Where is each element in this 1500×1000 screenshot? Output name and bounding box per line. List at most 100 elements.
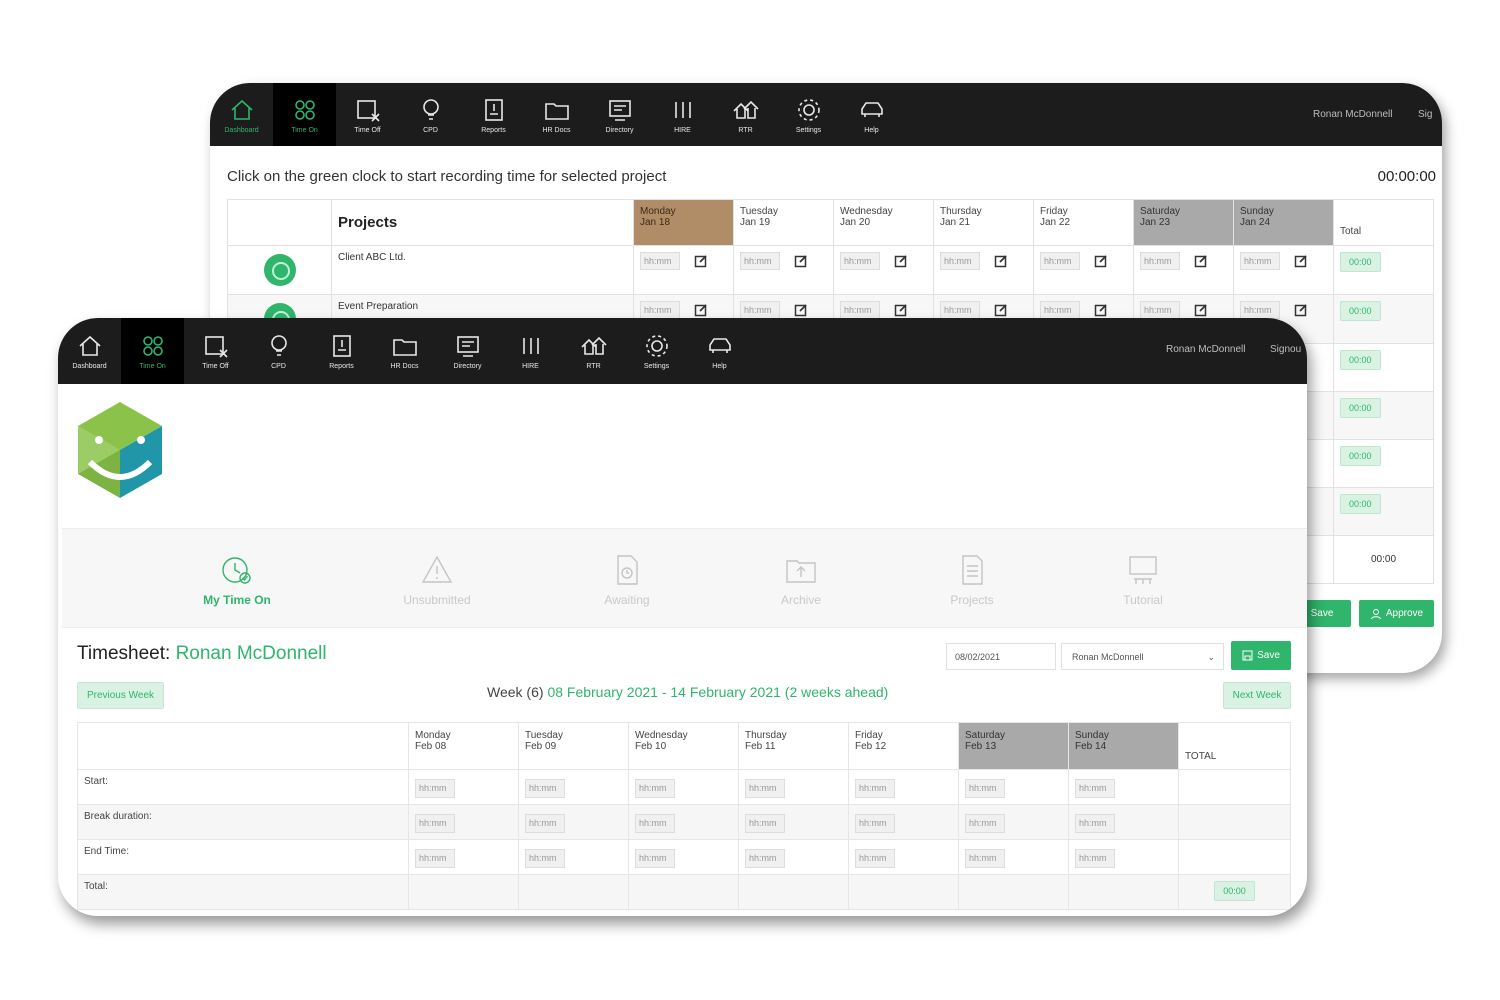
timesheet-row: End Time:hh:mmhh:mmhh:mmhh:mmhh:mmhh:mmh…	[78, 840, 1291, 875]
time-input[interactable]: hh:mm	[1240, 252, 1280, 270]
edit-icon[interactable]	[794, 254, 808, 268]
day-header: WednesdayFeb 10	[629, 723, 739, 770]
time-input[interactable]: hh:mm	[965, 779, 1005, 798]
nav-hire[interactable]: HIRE	[499, 318, 562, 384]
edit-icon[interactable]	[1194, 303, 1208, 317]
tab-archive[interactable]: Archive	[726, 553, 876, 607]
signout-link[interactable]: Sig	[1418, 109, 1432, 120]
start-clock-button[interactable]	[264, 254, 296, 286]
time-input[interactable]: hh:mm	[940, 252, 980, 270]
nav-rtr[interactable]: RTR	[562, 318, 625, 384]
time-input[interactable]: hh:mm	[635, 849, 675, 868]
nav-time-off[interactable]: Time Off	[184, 318, 247, 384]
signout-link[interactable]: Signou	[1270, 344, 1301, 355]
edit-icon[interactable]	[1294, 303, 1308, 317]
user-check-icon	[1370, 608, 1382, 620]
time-input[interactable]: hh:mm	[855, 849, 895, 868]
user-select[interactable]: Ronan McDonnell ⌄	[1061, 643, 1224, 670]
nav-hr-docs[interactable]: HR Docs	[373, 318, 436, 384]
tab-awaiting[interactable]: Awaiting	[552, 553, 702, 607]
time-input[interactable]: hh:mm	[965, 814, 1005, 833]
nav-hr-docs[interactable]: HR Docs	[525, 83, 588, 146]
nav-settings[interactable]: Settings	[777, 83, 840, 146]
edit-icon[interactable]	[694, 303, 708, 317]
time-input[interactable]: hh:mm	[635, 779, 675, 798]
time-input[interactable]: hh:mm	[855, 779, 895, 798]
time-input[interactable]: hh:mm	[740, 301, 780, 319]
time-input[interactable]: hh:mm	[525, 779, 565, 798]
nav-reports[interactable]: Reports	[462, 83, 525, 146]
edit-icon[interactable]	[994, 303, 1008, 317]
edit-icon[interactable]	[894, 254, 908, 268]
time-input[interactable]: hh:mm	[640, 252, 680, 270]
edit-icon[interactable]	[694, 254, 708, 268]
time-input[interactable]: hh:mm	[940, 301, 980, 319]
time-input[interactable]: hh:mm	[745, 814, 785, 833]
day-header: MondayJan 18	[634, 200, 734, 246]
time-on-icon	[291, 96, 319, 124]
edit-icon[interactable]	[794, 303, 808, 317]
next-week-button[interactable]: Next Week	[1223, 682, 1291, 709]
tab-projects[interactable]: Projects	[897, 553, 1047, 607]
nav-dashboard[interactable]: Dashboard	[58, 318, 121, 384]
time-input[interactable]: hh:mm	[525, 849, 565, 868]
nav-time-off[interactable]: Time Off	[336, 83, 399, 146]
time-input[interactable]: hh:mm	[1140, 301, 1180, 319]
edit-icon[interactable]	[1194, 254, 1208, 268]
time-input[interactable]: hh:mm	[415, 814, 455, 833]
edit-icon[interactable]	[1294, 254, 1308, 268]
nav-directory[interactable]: Directory	[436, 318, 499, 384]
previous-week-button[interactable]: Previous Week	[77, 682, 164, 709]
date-field[interactable]: 08/02/2021	[946, 643, 1056, 670]
day-time-cell: hh:mm	[734, 246, 834, 295]
edit-icon[interactable]	[1094, 303, 1108, 317]
time-input[interactable]: hh:mm	[1040, 252, 1080, 270]
day-cell: hh:mm	[519, 840, 629, 875]
document-clock-icon	[610, 553, 644, 587]
save-button[interactable]: Save	[1231, 641, 1291, 670]
user-name[interactable]: Ronan McDonnell	[1313, 109, 1393, 120]
tab-tutorial[interactable]: Tutorial	[1068, 553, 1218, 607]
tab-my-time-on[interactable]: My Time On	[162, 553, 312, 607]
time-input[interactable]: hh:mm	[640, 301, 680, 319]
nav-time-on[interactable]: Time On	[273, 83, 336, 146]
time-input[interactable]: hh:mm	[415, 779, 455, 798]
time-input[interactable]: hh:mm	[840, 301, 880, 319]
time-on-icon	[139, 332, 167, 360]
home-icon	[228, 96, 256, 124]
nav-help[interactable]: Help	[840, 83, 903, 146]
time-input[interactable]: hh:mm	[855, 814, 895, 833]
edit-icon[interactable]	[994, 254, 1008, 268]
nav-help[interactable]: Help	[688, 318, 751, 384]
day-cell	[849, 875, 959, 910]
nav-reports[interactable]: Reports	[310, 318, 373, 384]
approve-button[interactable]: Approve	[1359, 600, 1434, 627]
nav-cpd[interactable]: CPD	[247, 318, 310, 384]
edit-icon[interactable]	[1094, 254, 1108, 268]
tab-unsubmitted[interactable]: Unsubmitted	[362, 553, 512, 607]
nav-hire[interactable]: HIRE	[651, 83, 714, 146]
time-input[interactable]: hh:mm	[1140, 252, 1180, 270]
nav-time-on[interactable]: Time On	[121, 318, 184, 384]
timesheet-row: Break duration:hh:mmhh:mmhh:mmhh:mmhh:mm…	[78, 805, 1291, 840]
time-input[interactable]: hh:mm	[1240, 301, 1280, 319]
time-input[interactable]: hh:mm	[1040, 301, 1080, 319]
time-input[interactable]: hh:mm	[740, 252, 780, 270]
time-input[interactable]: hh:mm	[745, 849, 785, 868]
nav-dashboard[interactable]: Dashboard	[210, 83, 273, 146]
time-input[interactable]: hh:mm	[1075, 779, 1115, 798]
time-input[interactable]: hh:mm	[635, 814, 675, 833]
nav-rtr[interactable]: RTR	[714, 83, 777, 146]
nav-directory[interactable]: Directory	[588, 83, 651, 146]
user-name[interactable]: Ronan McDonnell	[1166, 344, 1246, 355]
time-input[interactable]: hh:mm	[415, 849, 455, 868]
time-input[interactable]: hh:mm	[525, 814, 565, 833]
nav-settings[interactable]: Settings	[625, 318, 688, 384]
time-input[interactable]: hh:mm	[965, 849, 1005, 868]
nav-cpd[interactable]: CPD	[399, 83, 462, 146]
time-input[interactable]: hh:mm	[745, 779, 785, 798]
edit-icon[interactable]	[894, 303, 908, 317]
time-input[interactable]: hh:mm	[840, 252, 880, 270]
time-input[interactable]: hh:mm	[1075, 814, 1115, 833]
time-input[interactable]: hh:mm	[1075, 849, 1115, 868]
